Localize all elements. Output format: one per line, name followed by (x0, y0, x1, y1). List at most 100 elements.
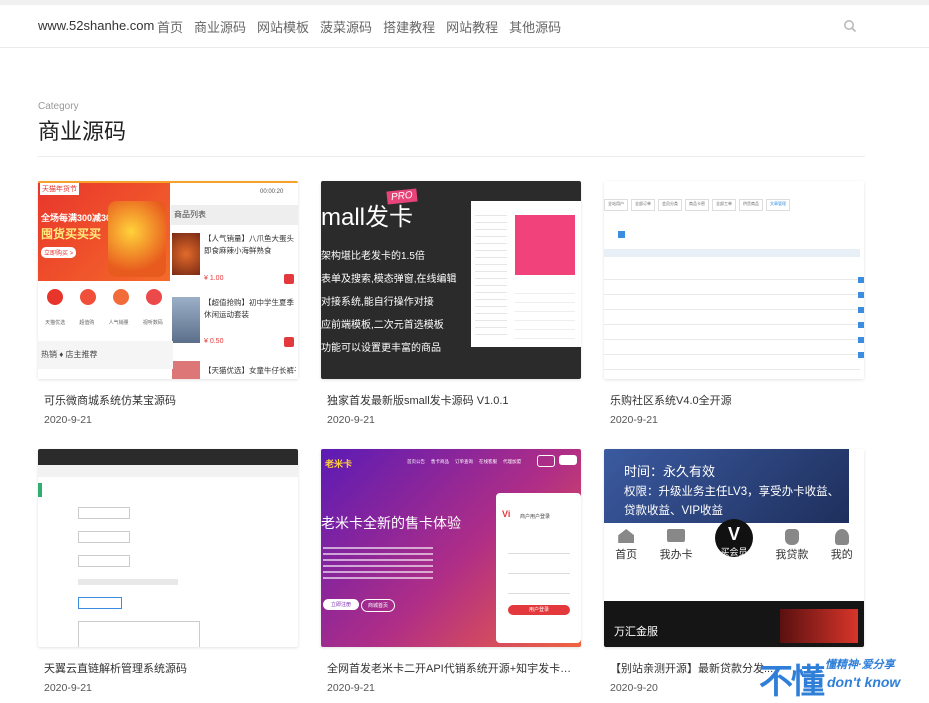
menu-item: 订单查询 (455, 459, 473, 464)
vip-card: 时间：永久有效 权限：升级业务主任LV3，享受办卡收益、贷款收益、VIP收益 (604, 449, 849, 523)
icon-label: 超值购 (79, 320, 95, 326)
user-icon (834, 529, 849, 545)
feature-line: 功能可以设置更丰富的商品 (321, 343, 441, 354)
time-text: 00:00:20 (260, 189, 284, 195)
preview-rows (515, 285, 575, 339)
tab-label: 我的 (830, 549, 853, 561)
admin-tabs: 全站用户 全部订单 会员分类 商品卡密 全部工单 供货商品 文章管理 (604, 199, 864, 211)
post-title[interactable]: 可乐微商城系统仿某宝源码 (38, 392, 294, 408)
site-menu: 首页公告 售卡商品 订单查询 在线客服 代理加盟 (407, 459, 521, 465)
post-card[interactable]: 天翼云直链解析管理系统源码 2020-9-21 (38, 449, 298, 694)
header-button (559, 455, 577, 465)
bottom-banner: 万汇金服 (604, 601, 864, 647)
tab-card: 我办卡 (660, 525, 693, 595)
post-thumbnail[interactable]: 天猫年货节 全场每满300减30 囤货买买买 立即购买 > 00:00:20 商… (38, 181, 298, 379)
product-collage-image (108, 201, 166, 277)
watermark-main: 不懂 (759, 663, 825, 701)
card-icon (667, 529, 686, 542)
cart-icon (284, 337, 294, 347)
description-lines (323, 547, 433, 581)
login-field (508, 565, 570, 574)
post-card[interactable]: 全站用户 全部订单 会员分类 商品卡密 全部工单 供货商品 文章管理 乐购社区系… (604, 181, 864, 426)
promo-text: 全场每满300减30 (41, 213, 112, 223)
post-card[interactable]: 老米卡 首页公告 售卡商品 订单查询 在线客服 代理加盟 老米卡全新的售卡体验 … (321, 449, 581, 694)
post-thumbnail[interactable]: 老米卡 首页公告 售卡商品 订单查询 在线客服 代理加盟 老米卡全新的售卡体验 … (321, 449, 581, 647)
tab-label: 我贷款 (775, 549, 809, 561)
brand-mark: Vi (502, 509, 511, 519)
form-field (78, 579, 178, 585)
home-icon (618, 529, 635, 543)
tab-label: 首页 (615, 549, 638, 561)
post-title[interactable]: 天翼云直链解析管理系统源码 (38, 660, 294, 676)
nav-item-commercial-source[interactable]: 商业源码 (194, 17, 246, 36)
admin-tab: 全部订单 (631, 199, 655, 211)
feature-line: 应前端模板,二次元首选模板 (321, 320, 444, 331)
nav-item-home[interactable]: 首页 (157, 17, 183, 36)
post-card[interactable]: mall发卡 PRO 架构堪比老发卡的1.5倍 表单及搜索,模态弹窗,在线编辑 … (321, 181, 581, 426)
site-header: www.52shanhe.com 首页 商业源码 网站模板 菠菜源码 搭建教程 … (0, 5, 929, 48)
admin-tab: 商品卡密 (685, 199, 709, 211)
feature-line: 表单及搜索,模态弹窗,在线编辑 (321, 274, 457, 285)
top-accent (38, 181, 298, 183)
post-title[interactable]: 乐购社区系统V4.0全开源 (604, 392, 860, 408)
post-thumbnail[interactable] (38, 449, 298, 647)
nav-item-bocai[interactable]: 菠菜源码 (320, 17, 372, 36)
tab-vip: V 买会员 (714, 519, 753, 595)
preview-sidebar (475, 209, 507, 339)
form-field (78, 555, 130, 567)
page-title: 商业源码 (38, 119, 127, 144)
product-image (172, 297, 200, 343)
list-title: 商品列表 (171, 205, 298, 225)
table-header (604, 249, 860, 257)
post-thumbnail[interactable]: mall发卡 PRO 架构堪比老发卡的1.5倍 表单及搜索,模态弹窗,在线编辑 … (321, 181, 581, 379)
register-button: 立即注册 (323, 599, 360, 610)
post-card[interactable]: 天猫年货节 全场每满300减30 囤货买买买 立即购买 > 00:00:20 商… (38, 181, 298, 426)
action-button (618, 231, 625, 238)
admin-tab: 供货商品 (739, 199, 763, 211)
product-name: 【超值抢购】初中学生夏季休闲运动套装 (204, 298, 294, 319)
menu-item: 首页公告 (407, 459, 425, 464)
post-title[interactable]: 全网首发老米卡二开API代销系统开源+知宇发卡系统... (321, 660, 577, 676)
admin-tab: 会员分类 (658, 199, 682, 211)
divider (38, 156, 865, 157)
post-thumbnail[interactable]: 时间：永久有效 权限：升级业务主任LV3，享受办卡收益、贷款收益、VIP收益 首… (604, 449, 864, 647)
nav-item-other-source[interactable]: 其他源码 (509, 17, 561, 36)
category-icon (112, 289, 129, 305)
post-date: 2020-9-21 (327, 682, 375, 694)
tab-label: 我办卡 (659, 549, 693, 561)
watermark-slogan: 懂精神·爱分享 (825, 659, 895, 671)
promo-banner: 天猫年货节 全场每满300减30 囤货买买买 立即购买 > (38, 181, 170, 281)
product-image (172, 361, 200, 379)
main-nav: 首页 商业源码 网站模板 菠菜源码 搭建教程 网站教程 其他源码 (157, 17, 561, 36)
watermark-logo: 不懂 懂精神·爱分享 don't know (755, 652, 929, 701)
search-icon[interactable] (843, 19, 857, 33)
post-date: 2020-9-21 (44, 414, 92, 426)
product-name: 【人气销量】八爪鱼大蛋头即食麻辣小海鲜熟食 (204, 234, 294, 255)
login-panel: Vi 商户用户登录 用户登录 (496, 493, 581, 643)
site-logo[interactable]: www.52shanhe.com (38, 18, 154, 33)
post-date: 2020-9-21 (610, 414, 658, 426)
cart-icon (284, 274, 294, 284)
nav-item-setup-tutorial[interactable]: 搭建教程 (383, 17, 435, 36)
form-field (78, 507, 130, 519)
admin-tab: 全站用户 (604, 199, 628, 211)
watermark-subtitle: don't know (827, 674, 901, 690)
header-button (537, 455, 555, 467)
form-field (78, 531, 130, 543)
vip-letter: V (727, 524, 740, 544)
menu-item: 在线客服 (479, 459, 497, 464)
category-icon (46, 289, 63, 305)
banner-text: 万汇金服 (614, 626, 658, 638)
login-button: 用户登录 (508, 605, 570, 615)
category-label: Category (38, 101, 79, 112)
icon-label: 人气销量 (108, 320, 129, 326)
login-field (508, 585, 570, 594)
row-buttons (858, 277, 864, 367)
nav-item-web-tutorial[interactable]: 网站教程 (446, 17, 498, 36)
nav-item-templates[interactable]: 网站模板 (257, 17, 309, 36)
post-thumbnail[interactable]: 全站用户 全部订单 会员分类 商品卡密 全部工单 供货商品 文章管理 (604, 181, 864, 379)
post-date: 2020-9-21 (327, 414, 375, 426)
promo-badge: 天猫年货节 (40, 183, 79, 195)
menu-item: 代理加盟 (503, 459, 521, 464)
post-title[interactable]: 独家首发最新版small发卡源码 V1.0.1 (321, 392, 577, 408)
